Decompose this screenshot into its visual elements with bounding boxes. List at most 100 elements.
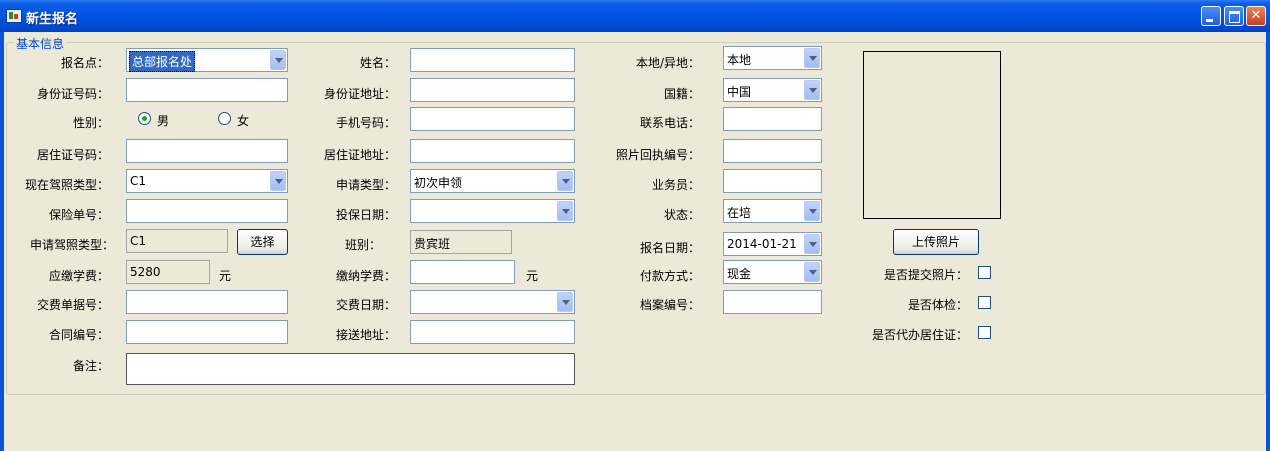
label-medical-check: 是否体检： (907, 298, 968, 312)
close-icon: ✕ (1250, 8, 1262, 23)
maximize-icon (1229, 11, 1240, 23)
chevron-down-icon[interactable] (270, 171, 286, 191)
contact-phone-input[interactable] (723, 107, 822, 131)
label-photo-receipt-no: 照片回执编号： (615, 148, 700, 162)
label-tuition-paid: 缴纳学费： (335, 269, 396, 283)
chevron-down-icon[interactable] (557, 171, 573, 191)
residence-permit-no-input[interactable] (126, 139, 288, 163)
label-status: 状态： (663, 208, 700, 222)
local-nonlocal-select[interactable]: 本地 (723, 46, 822, 70)
label-name: 姓名： (359, 56, 396, 70)
current-license-type-value: C1 (130, 174, 147, 188)
label-apply-license-type: 申请驾照类型： (29, 238, 114, 252)
status-value: 在培 (727, 206, 752, 220)
salesperson-input[interactable] (723, 169, 822, 193)
residence-address-input[interactable] (410, 139, 575, 163)
insure-date-picker[interactable] (410, 199, 575, 223)
group-title: 基本信息 (14, 35, 67, 52)
label-id-number: 身份证号码： (36, 87, 109, 101)
label-nationality: 国籍： (663, 87, 700, 101)
label-class: 班别： (344, 238, 381, 252)
payment-method-select[interactable]: 现金 (723, 260, 822, 284)
gender-female-radio[interactable] (218, 112, 231, 125)
label-local-nonlocal: 本地/异地： (635, 56, 700, 70)
label-payment-method: 付款方式： (639, 269, 700, 283)
label-signup-point: 报名点： (60, 56, 109, 70)
minimize-icon (1206, 19, 1213, 22)
medical-check-checkbox[interactable] (978, 296, 991, 309)
residence-agent-checkbox[interactable] (978, 326, 991, 339)
label-contact-phone: 联系电话： (639, 116, 700, 130)
tuition-due-field: 5280 (126, 260, 210, 284)
label-residence-permit-no: 居住证号码： (36, 148, 109, 162)
apply-type-value: 初次申领 (414, 176, 463, 190)
photo-submitted-checkbox[interactable] (978, 266, 991, 279)
pickup-address-input[interactable] (410, 320, 575, 344)
label-id-address: 身份证地址： (323, 87, 396, 101)
tuition-paid-unit: 元 (526, 269, 539, 283)
chevron-down-icon[interactable] (804, 48, 820, 68)
chevron-down-icon[interactable] (804, 201, 820, 221)
label-mobile: 手机号码： (335, 116, 396, 130)
label-contract-no: 合同编号： (48, 328, 109, 342)
label-tuition-due: 应缴学费： (48, 269, 109, 283)
label-apply-type: 申请类型： (335, 178, 396, 192)
photo-frame (863, 51, 1001, 219)
label-current-license-type: 现在驾照类型： (24, 178, 109, 192)
signup-point-select[interactable]: 总部报名处 (126, 48, 288, 72)
window-title: 新生报名 (26, 12, 79, 27)
chevron-down-icon[interactable] (804, 80, 820, 100)
signup-date-picker[interactable]: 2014-01-21 (723, 232, 822, 256)
maximize-button[interactable] (1224, 6, 1244, 26)
label-pickup-address: 接送地址： (335, 328, 396, 342)
app-icon (6, 9, 22, 23)
label-residence-agent: 是否代办居住证： (871, 328, 968, 342)
class-field: 贵宾班 (410, 230, 512, 254)
status-select[interactable]: 在培 (723, 199, 822, 223)
photo-receipt-no-input[interactable] (723, 139, 822, 163)
signup-point-value: 总部报名处 (129, 51, 196, 72)
label-residence-address: 居住证地址： (323, 148, 396, 162)
receipt-no-input[interactable] (126, 290, 288, 314)
insurance-no-input[interactable] (126, 199, 288, 223)
payment-date-picker[interactable] (410, 290, 575, 314)
label-insure-date: 投保日期： (335, 208, 396, 222)
minimize-button[interactable] (1201, 6, 1221, 26)
nationality-value: 中国 (727, 85, 752, 99)
id-address-input[interactable] (410, 78, 575, 102)
local-nonlocal-value: 本地 (727, 53, 752, 67)
signup-date-value: 2014-01-21 (727, 237, 797, 251)
label-insurance-no: 保险单号： (48, 208, 109, 222)
label-payment-date: 交费日期： (335, 298, 396, 312)
select-button[interactable]: 选择 (237, 229, 288, 255)
file-no-input[interactable] (723, 290, 822, 314)
gender-female-label: 女 (237, 114, 250, 128)
close-button[interactable]: ✕ (1246, 6, 1266, 26)
title-bar: 新生报名 ✕ (0, 0, 1270, 32)
chevron-down-icon[interactable] (804, 262, 820, 282)
apply-license-type-field: C1 (126, 229, 228, 253)
upload-photo-button[interactable]: 上传照片 (893, 229, 979, 255)
chevron-down-icon[interactable] (557, 201, 573, 221)
tuition-due-unit: 元 (219, 269, 232, 283)
label-remarks: 备注： (72, 359, 109, 373)
tuition-paid-input[interactable] (410, 260, 515, 284)
chevron-down-icon[interactable] (270, 50, 286, 70)
current-license-type-select[interactable]: C1 (126, 169, 288, 193)
contract-no-input[interactable] (126, 320, 288, 344)
mobile-input[interactable] (410, 107, 575, 131)
remarks-textarea[interactable] (126, 353, 575, 385)
label-salesperson: 业务员： (651, 178, 700, 192)
label-signup-date: 报名日期： (639, 241, 700, 255)
chevron-down-icon[interactable] (804, 234, 820, 254)
nationality-select[interactable]: 中国 (723, 78, 822, 102)
apply-type-select[interactable]: 初次申领 (410, 169, 575, 193)
payment-method-value: 现金 (727, 267, 752, 281)
gender-male-radio[interactable] (138, 112, 151, 125)
chevron-down-icon[interactable] (557, 292, 573, 312)
name-input[interactable] (410, 48, 575, 72)
label-gender: 性别： (72, 116, 109, 130)
gender-male-label: 男 (157, 114, 170, 128)
label-file-no: 档案编号： (639, 298, 700, 312)
id-number-input[interactable] (126, 78, 288, 102)
